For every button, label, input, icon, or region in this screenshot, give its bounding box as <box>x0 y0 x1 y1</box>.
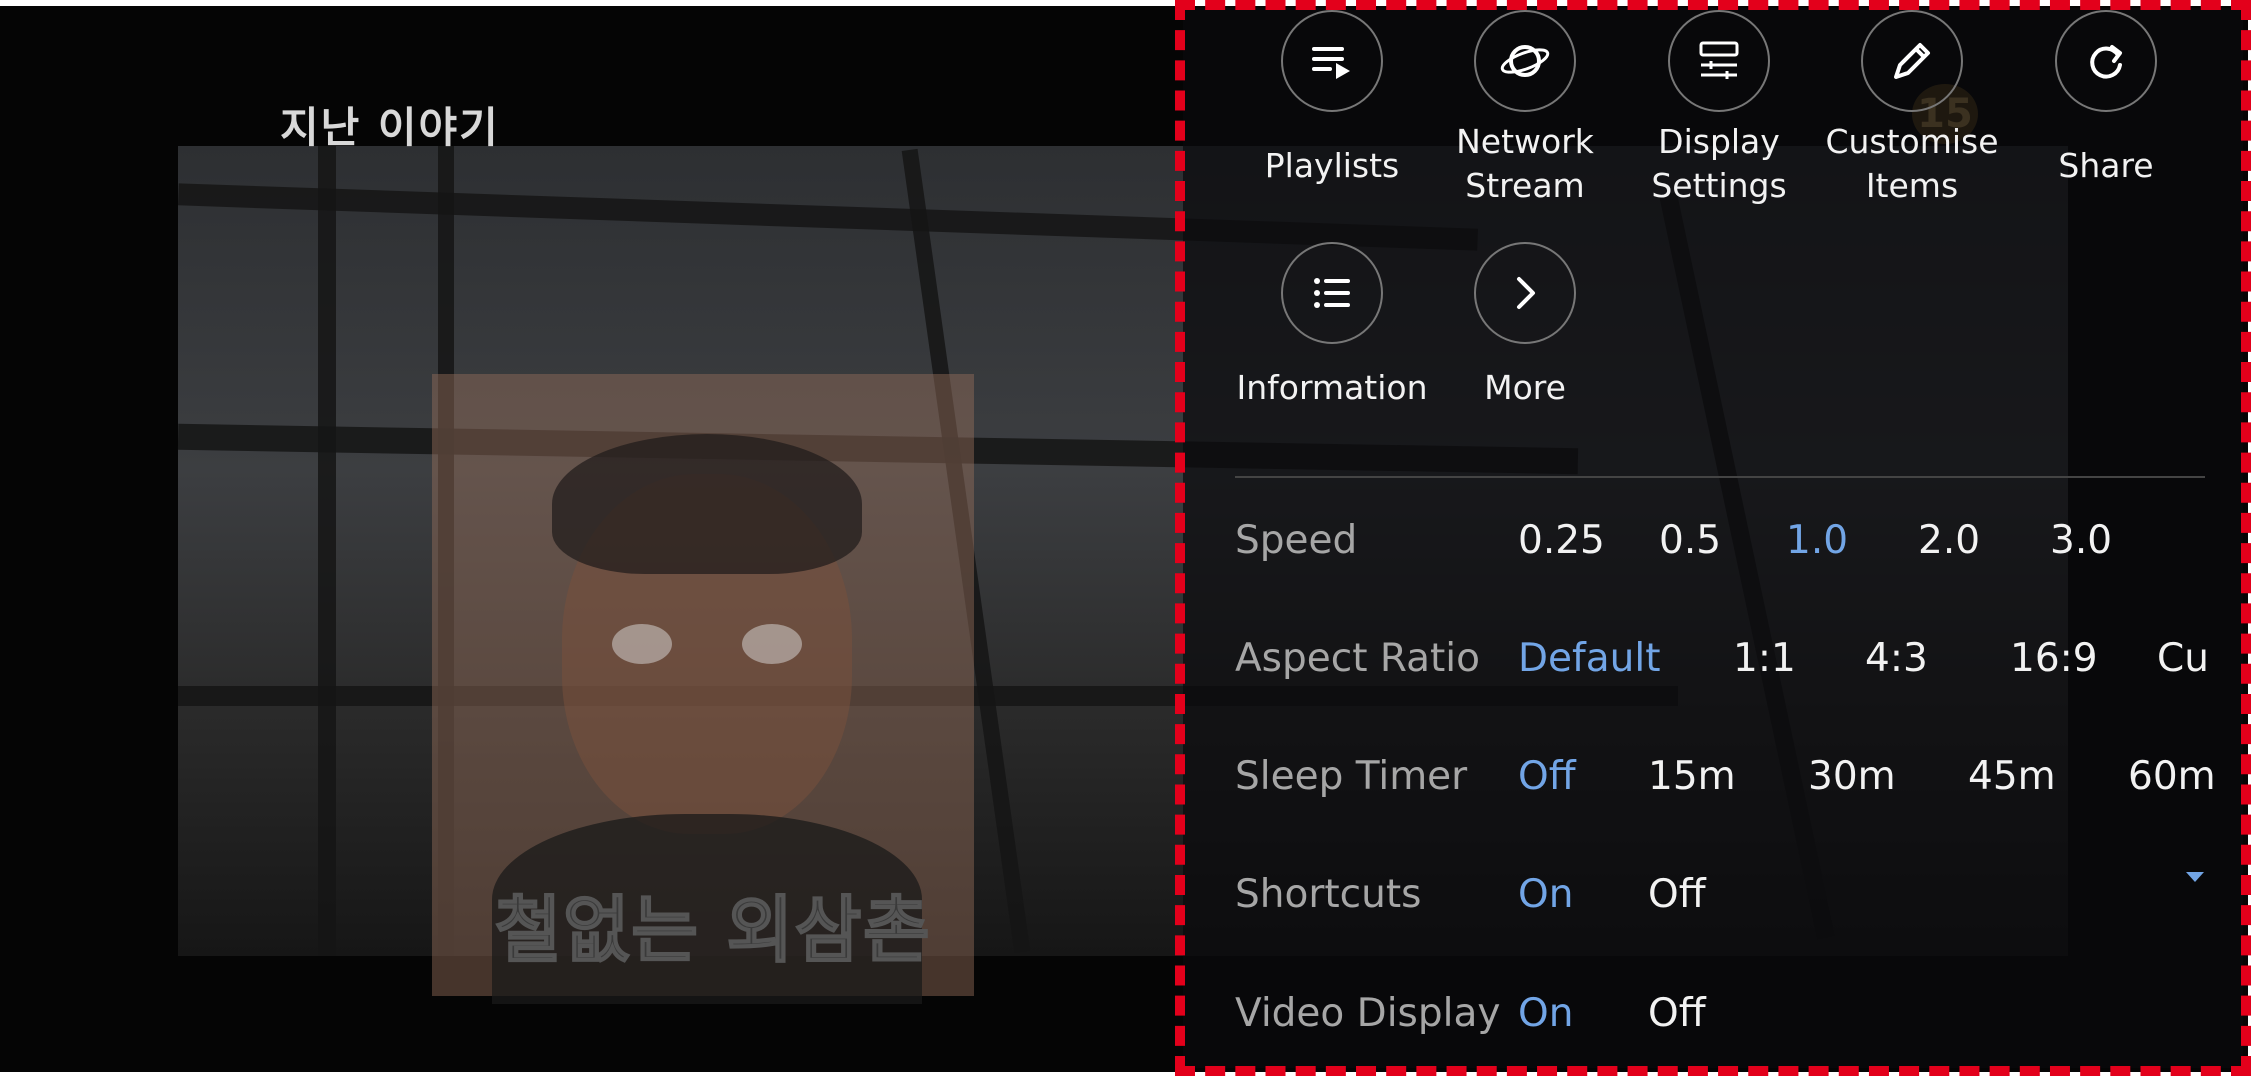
list-icon <box>1281 242 1383 344</box>
settings-panel: Playlists Network Stream Display Setting… <box>1175 0 2251 1076</box>
aspect-option-4-3[interactable]: 4:3 <box>1865 629 1928 689</box>
sleep-option-15m[interactable]: 15m <box>1648 747 1736 807</box>
avatar-left-eye <box>612 624 672 664</box>
more-item[interactable]: More <box>1428 242 1622 410</box>
sleep-option-45m[interactable]: 45m <box>1968 747 2056 807</box>
panel-divider <box>1235 476 2205 478</box>
sleep-option-30m[interactable]: 30m <box>1808 747 1896 807</box>
customise-items-item[interactable]: Customise Items <box>1815 10 2009 208</box>
speed-label: Speed <box>1235 518 1358 563</box>
video-subtitle: 철없는 외삼촌 <box>494 887 932 973</box>
avatar-right-eye <box>742 624 802 664</box>
speed-option-3-0[interactable]: 3.0 <box>2050 511 2112 571</box>
information-label: Information <box>1236 368 1428 407</box>
aspect-option-custom[interactable]: Cu <box>2157 629 2209 689</box>
aspect-option-default[interactable]: Default <box>1518 629 1661 689</box>
speed-option-2-0[interactable]: 2.0 <box>1918 511 1980 571</box>
share-item[interactable]: Share <box>2009 10 2203 188</box>
sleep-option-off[interactable]: Off <box>1518 747 1576 807</box>
chevron-right-icon <box>1474 242 1576 344</box>
aspect-option-1-1[interactable]: 1:1 <box>1733 629 1796 689</box>
sleep-option-60m[interactable]: 60m <box>2128 747 2216 807</box>
speed-option-0-25[interactable]: 0.25 <box>1518 511 1605 571</box>
display-settings-label: Display Settings <box>1651 122 1787 205</box>
shortcuts-row: Shortcuts On Off <box>1235 865 2243 925</box>
video-display-option-off[interactable]: Off <box>1648 984 1706 1044</box>
speed-row: Speed 0.25 0.5 1.0 2.0 3.0 <box>1235 511 2243 571</box>
video-display-option-on[interactable]: On <box>1518 984 1573 1044</box>
network-stream-item[interactable]: Network Stream <box>1428 10 1622 208</box>
information-item[interactable]: Information <box>1235 242 1429 410</box>
shortcuts-label: Shortcuts <box>1235 872 1422 917</box>
customise-items-label: Customise Items <box>1825 122 1999 205</box>
share-label: Share <box>2058 146 2154 185</box>
playlists-label: Playlists <box>1264 146 1400 185</box>
display-settings-item[interactable]: Display Settings <box>1622 10 1816 208</box>
speed-option-0-5[interactable]: 0.5 <box>1659 511 1721 571</box>
sleep-timer-label: Sleep Timer <box>1235 754 1468 799</box>
aspect-option-16-9[interactable]: 16:9 <box>2010 629 2098 689</box>
sleep-timer-row: Sleep Timer Off 15m 30m 45m 60m <box>1235 747 2243 807</box>
avatar-hair <box>552 434 862 574</box>
video-display-label: Video Display <box>1235 991 1501 1036</box>
scroll-down-indicator-icon[interactable] <box>2186 872 2204 882</box>
speed-option-1-0[interactable]: 1.0 <box>1786 511 1848 571</box>
shortcuts-option-off[interactable]: Off <box>1648 865 1706 925</box>
video-display-row: Video Display On Off <box>1235 984 2243 1044</box>
playlists-item[interactable]: Playlists <box>1235 10 1429 188</box>
aspect-ratio-row: Aspect Ratio Default 1:1 4:3 16:9 Cu <box>1235 629 2243 689</box>
aspect-ratio-label: Aspect Ratio <box>1235 636 1481 681</box>
more-label: More <box>1484 368 1566 407</box>
network-stream-icon <box>1474 10 1576 112</box>
playlist-icon <box>1281 10 1383 112</box>
screen-frame: 지난 이야기 철없는 외삼촌 15 Playlists Network Stre… <box>0 0 2257 1078</box>
display-settings-icon <box>1668 10 1770 112</box>
network-stream-label: Network Stream <box>1456 122 1594 205</box>
share-icon <box>2055 10 2157 112</box>
episode-title-overlay: 지난 이야기 <box>280 103 500 152</box>
shortcuts-option-on[interactable]: On <box>1518 865 1573 925</box>
pencil-icon <box>1861 10 1963 112</box>
